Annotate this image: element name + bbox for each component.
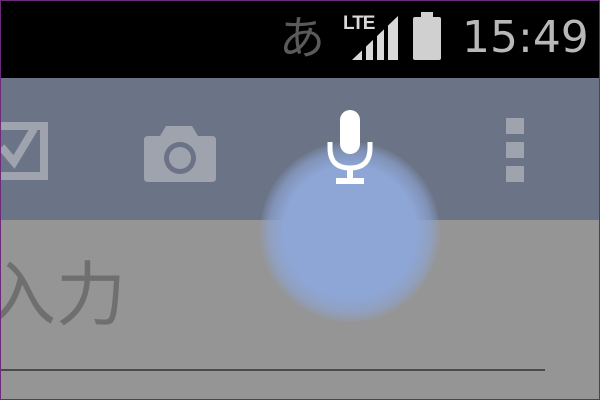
voice-input-button[interactable] — [318, 108, 382, 190]
action-bar — [0, 78, 600, 324]
more-vertical-icon — [506, 118, 524, 182]
clock: 15:49 — [462, 12, 589, 63]
input-underline — [0, 369, 545, 371]
network-type-label: LTE — [343, 13, 376, 34]
status-bar: あ LTE 15:49 — [0, 0, 600, 78]
overflow-menu-button[interactable] — [500, 116, 532, 184]
battery-icon — [413, 12, 441, 60]
microphone-icon — [327, 110, 373, 184]
camera-icon — [144, 126, 216, 182]
checkbox-button[interactable] — [0, 116, 52, 184]
input-placeholder: 入力 — [0, 254, 126, 336]
checkbox-checked-icon — [0, 122, 48, 180]
camera-button[interactable] — [140, 120, 220, 184]
ime-indicator: あ — [279, 11, 325, 65]
